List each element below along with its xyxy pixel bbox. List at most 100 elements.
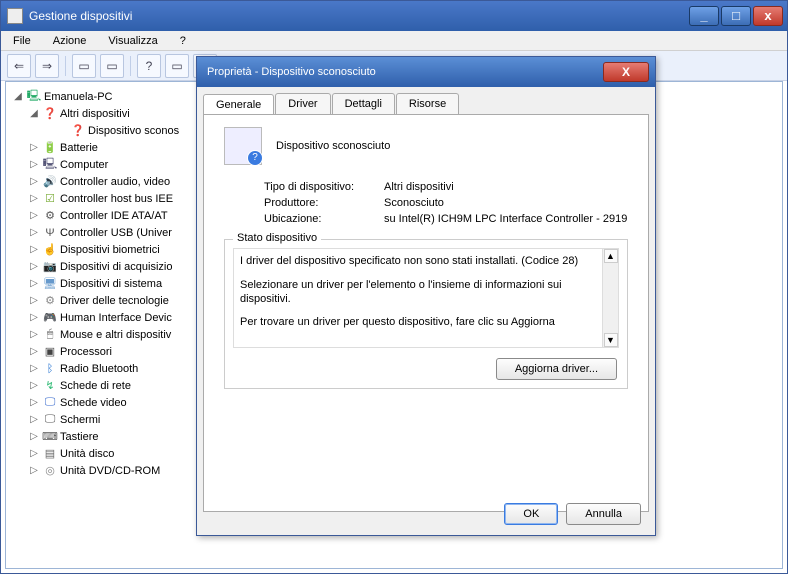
- toolbar-btn-3[interactable]: ▭: [165, 54, 189, 78]
- expander-icon[interactable]: ▷: [28, 329, 40, 340]
- app-icon: [7, 8, 23, 24]
- tree-item-label: Batterie: [60, 142, 98, 154]
- scroll-down-icon[interactable]: ▼: [604, 333, 618, 347]
- main-window-title: Gestione dispositivi: [29, 9, 689, 23]
- category-icon: 📷: [42, 260, 58, 274]
- maximize-button[interactable]: □: [721, 6, 751, 26]
- expander-icon[interactable]: ▷: [28, 159, 40, 170]
- category-icon: ☑: [42, 192, 58, 206]
- tab-panel-generale: Dispositivo sconosciuto Tipo di disposit…: [203, 114, 649, 512]
- expander-icon[interactable]: ▷: [28, 295, 40, 306]
- tree-item-label: Dispositivi biometrici: [60, 244, 160, 256]
- label-ubicazione: Ubicazione:: [264, 213, 384, 225]
- menubar: File Azione Visualizza ?: [1, 31, 787, 51]
- category-icon: 🎮: [42, 311, 58, 325]
- expander-icon[interactable]: ▷: [28, 465, 40, 476]
- category-icon: ▤: [42, 447, 58, 461]
- tree-item-label: Controller audio, video: [60, 176, 170, 188]
- label-produttore: Produttore:: [264, 197, 384, 209]
- menu-file[interactable]: File: [9, 33, 35, 49]
- minimize-button[interactable]: _: [689, 6, 719, 26]
- expander-icon[interactable]: ▷: [28, 210, 40, 221]
- value-ubicazione: su Intel(R) ICH9M LPC Interface Controll…: [384, 213, 628, 225]
- collapse-icon[interactable]: ◢: [12, 91, 24, 102]
- toolbar-btn-1[interactable]: ▭: [72, 54, 96, 78]
- category-icon: ↯: [42, 379, 58, 393]
- tree-item-label: Dispositivi di sistema: [60, 278, 162, 290]
- toolbar-forward-button[interactable]: ⇒: [35, 54, 59, 78]
- tree-item-label: Schede di rete: [60, 380, 131, 392]
- tree-item-label: Schede video: [60, 397, 127, 409]
- category-icon: ☝: [42, 243, 58, 257]
- tree-item-label: Dispositivi di acquisizio: [60, 261, 173, 273]
- expander-icon[interactable]: ▷: [28, 227, 40, 238]
- main-titlebar[interactable]: Gestione dispositivi _ □ x: [1, 1, 787, 31]
- status-scrollbar[interactable]: ▲ ▼: [602, 249, 618, 347]
- value-tipo: Altri dispositivi: [384, 181, 628, 193]
- category-icon: ⚙: [42, 209, 58, 223]
- expander-icon[interactable]: ▷: [28, 176, 40, 187]
- menu-help[interactable]: ?: [176, 33, 190, 49]
- expander-icon[interactable]: ▷: [28, 363, 40, 374]
- toolbar-back-button[interactable]: ⇐: [7, 54, 31, 78]
- dialog-titlebar[interactable]: Proprietà - Dispositivo sconosciuto X: [197, 57, 655, 87]
- category-icon: ⌨: [42, 430, 58, 444]
- toolbar-btn-2[interactable]: ▭: [100, 54, 124, 78]
- expander-icon[interactable]: ▷: [28, 312, 40, 323]
- menu-visualizza[interactable]: Visualizza: [104, 33, 161, 49]
- category-icon: ▣: [42, 345, 58, 359]
- close-button[interactable]: x: [753, 6, 783, 26]
- tab-risorse[interactable]: Risorse: [396, 93, 459, 114]
- tree-item-label: Radio Bluetooth: [60, 363, 138, 375]
- tree-item-label: Processori: [60, 346, 112, 358]
- expander-icon[interactable]: ▷: [28, 193, 40, 204]
- tree-item-label: Driver delle tecnologie: [60, 295, 169, 307]
- value-produttore: Sconosciuto: [384, 197, 628, 209]
- tree-root-label: Emanuela-PC: [44, 91, 112, 103]
- category-icon: ⚙: [42, 294, 58, 308]
- dialog-close-button[interactable]: X: [603, 62, 649, 82]
- tree-item-label: Human Interface Devic: [60, 312, 172, 324]
- tree-item-label: Mouse e altri dispositiv: [60, 329, 171, 341]
- status-textarea[interactable]: I driver del dispositivo specificato non…: [233, 248, 619, 348]
- toolbar-separator: [65, 56, 66, 76]
- tab-driver[interactable]: Driver: [275, 93, 330, 114]
- device-warn-icon: ❓: [70, 124, 86, 138]
- expander-icon[interactable]: ▷: [28, 278, 40, 289]
- dialog-title: Proprietà - Dispositivo sconosciuto: [207, 66, 603, 78]
- category-icon: 🔋: [42, 141, 58, 155]
- tree-item-label: Tastiere: [60, 431, 99, 443]
- expander-icon[interactable]: ▷: [28, 431, 40, 442]
- tree-item-label: Unità disco: [60, 448, 114, 460]
- expander-icon[interactable]: ▷: [28, 414, 40, 425]
- category-icon: Ψ: [42, 226, 58, 240]
- tree-item-label: Controller host bus IEE: [60, 193, 173, 205]
- tree-item-label: Controller USB (Univer: [60, 227, 172, 239]
- ok-button[interactable]: OK: [504, 503, 558, 525]
- scroll-up-icon[interactable]: ▲: [604, 249, 618, 263]
- tabstrip: Generale Driver Dettagli Risorse: [197, 87, 655, 114]
- category-icon: 🖱: [42, 328, 58, 342]
- tab-dettagli[interactable]: Dettagli: [332, 93, 395, 114]
- expander-icon[interactable]: ▷: [28, 244, 40, 255]
- expander-icon[interactable]: ▷: [28, 397, 40, 408]
- tab-generale[interactable]: Generale: [203, 94, 274, 115]
- update-driver-button[interactable]: Aggiorna driver...: [496, 358, 617, 380]
- cancel-button[interactable]: Annulla: [566, 503, 641, 525]
- expander-icon[interactable]: ▷: [28, 261, 40, 272]
- status-line-1: I driver del dispositivo specificato non…: [240, 255, 600, 269]
- device-icon: [224, 127, 262, 165]
- category-icon: ᛒ: [42, 362, 58, 376]
- toolbar-help-button[interactable]: ?: [137, 54, 161, 78]
- tree-item-label: Controller IDE ATA/AT: [60, 210, 168, 222]
- expander-icon[interactable]: ◢: [28, 108, 40, 119]
- expander-icon[interactable]: ▷: [28, 448, 40, 459]
- category-icon: ❓: [42, 107, 58, 121]
- status-line-2: Selezionare un driver per l'elemento o l…: [240, 279, 600, 307]
- expander-icon[interactable]: ▷: [28, 346, 40, 357]
- category-icon: 🖵: [42, 413, 58, 427]
- expander-icon[interactable]: ▷: [28, 142, 40, 153]
- tree-item-label: Unità DVD/CD-ROM: [60, 465, 160, 477]
- expander-icon[interactable]: ▷: [28, 380, 40, 391]
- menu-azione[interactable]: Azione: [49, 33, 91, 49]
